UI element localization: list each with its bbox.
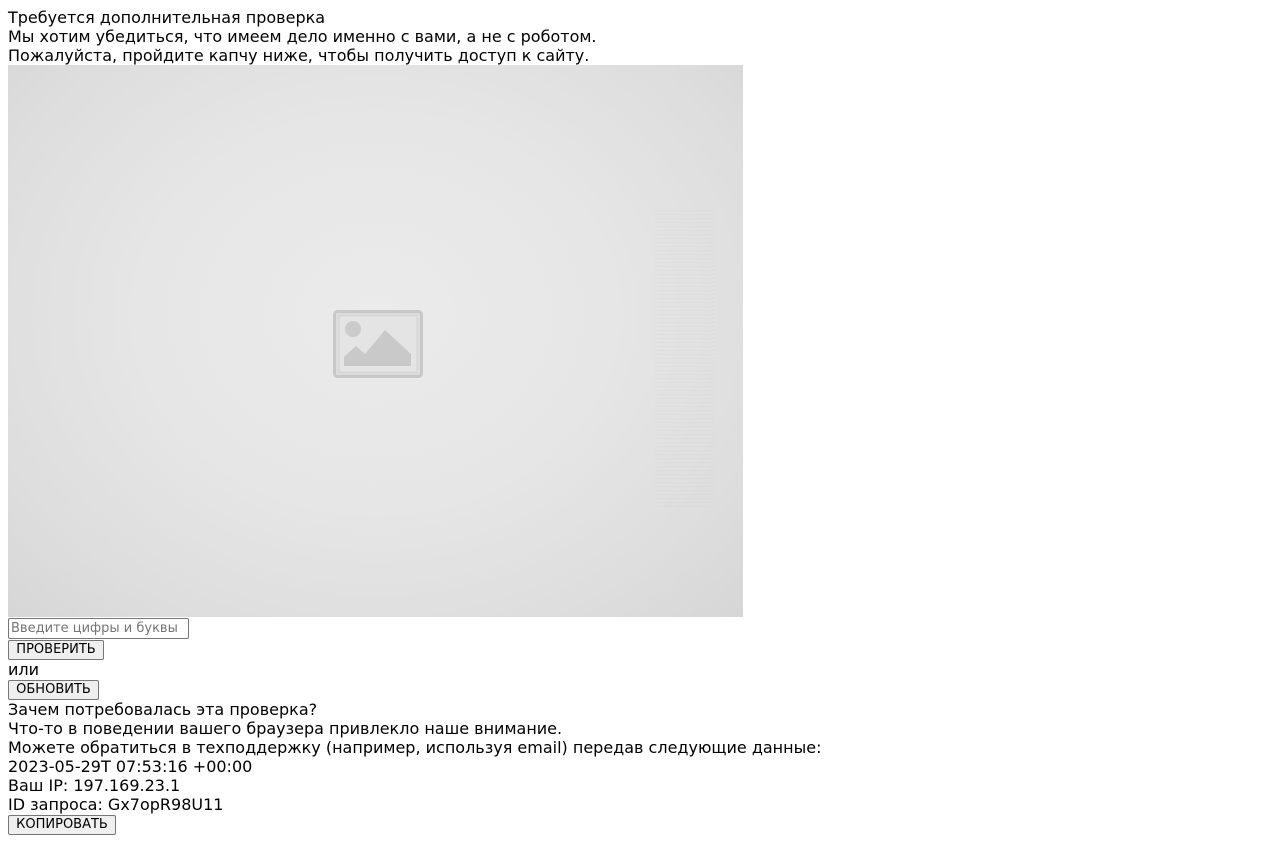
image-placeholder-icon (333, 310, 423, 378)
refresh-button[interactable]: ОБНОВИТЬ (8, 680, 99, 700)
captcha-image (8, 65, 743, 617)
page-title: Требуется дополнительная проверка (8, 8, 326, 27)
captcha-page: Требуется дополнительная проверка Мы хот… (0, 0, 1280, 835)
copy-button[interactable]: КОПИРОВАТЬ (8, 815, 116, 835)
ip-address: Ваш IP: 197.169.23.1 (8, 776, 181, 795)
request-id: ID запроса: Gx7opR98U11 (8, 795, 224, 814)
intro-text: Мы хотим убедиться, что имеем дело именн… (8, 27, 597, 46)
instruction-text: Пожалуйста, пройдите капчу ниже, чтобы п… (8, 46, 590, 65)
support-text: Можете обратиться в техподдержку (наприм… (8, 738, 822, 757)
timestamp: 2023-05-29T 07:53:16 +00:00 (8, 757, 253, 776)
why-title: Зачем потребовалась эта проверка? (8, 700, 318, 719)
verify-button[interactable]: ПРОВЕРИТЬ (8, 640, 104, 660)
captcha-input[interactable] (8, 618, 189, 639)
why-text: Что-то в поведении вашего браузера привл… (8, 719, 563, 738)
or-separator: или (8, 660, 40, 679)
captcha-noise (655, 210, 715, 510)
